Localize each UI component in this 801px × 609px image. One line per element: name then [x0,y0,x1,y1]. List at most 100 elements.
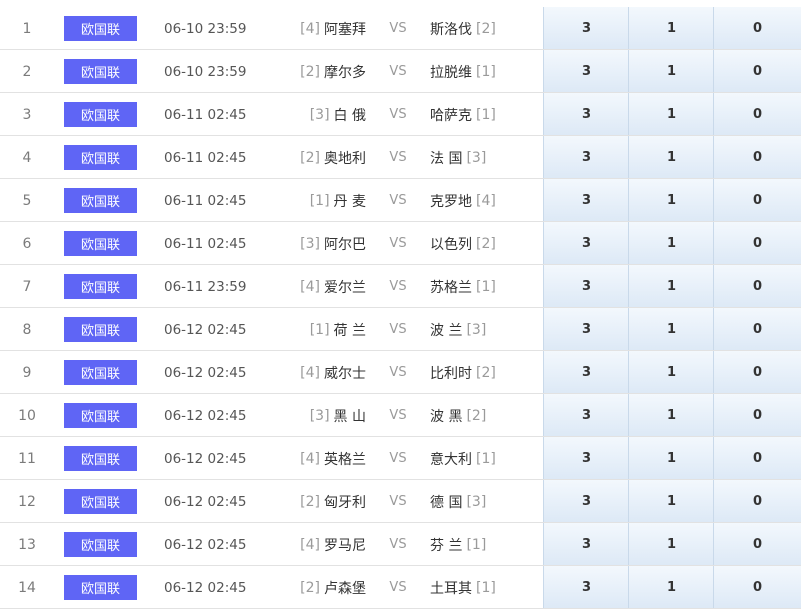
league-badge[interactable]: 欧国联 [64,274,137,299]
table-row[interactable]: 3 欧国联 06-11 02:45 [3] 白 俄 VS 哈萨克 [1] 3 1 0 [0,93,801,136]
odds-home-win[interactable]: 3 [543,136,629,178]
odds-draw[interactable]: 1 [628,523,714,565]
home-team[interactable]: [2] 摩尔多 [274,50,366,93]
odds-draw[interactable]: 1 [628,566,714,608]
odds-home-win[interactable]: 3 [543,7,629,49]
home-rank: [4] [300,450,320,467]
table-row[interactable]: 8 欧国联 06-12 02:45 [1] 荷 兰 VS 波 兰 [3] 3 1 0 [0,308,801,351]
odds-away-win[interactable]: 0 [713,50,801,92]
odds-home-win[interactable]: 3 [543,308,629,350]
table-row[interactable]: 7 欧国联 06-11 23:59 [4] 爱尔兰 VS 苏格兰 [1] 3 1 0 [0,265,801,308]
away-team[interactable]: 德 国 [3] [430,480,540,523]
away-team[interactable]: 芬 兰 [1] [430,523,540,566]
odds-home-win[interactable]: 3 [543,566,629,608]
league-badge[interactable]: 欧国联 [64,102,137,127]
home-team[interactable]: [4] 威尔士 [274,351,366,394]
table-row[interactable]: 13 欧国联 06-12 02:45 [4] 罗马尼 VS 芬 兰 [1] 3 1 0 [0,523,801,566]
league-badge[interactable]: 欧国联 [64,59,137,84]
home-team[interactable]: [4] 阿塞拜 [274,7,366,50]
odds-home-win[interactable]: 3 [543,265,629,307]
table-row[interactable]: 14 欧国联 06-12 02:45 [2] 卢森堡 VS 土耳其 [1] 3 1 0 [0,566,801,609]
odds-draw[interactable]: 1 [628,50,714,92]
table-row[interactable]: 10 欧国联 06-12 02:45 [3] 黑 山 VS 波 黑 [2] 3 1 0 [0,394,801,437]
home-team[interactable]: [2] 奥地利 [274,136,366,179]
table-row[interactable]: 5 欧国联 06-11 02:45 [1] 丹 麦 VS 克罗地 [4] 3 1 0 [0,179,801,222]
odds-home-win[interactable]: 3 [543,437,629,479]
league-badge[interactable]: 欧国联 [64,575,137,600]
away-team[interactable]: 以色列 [2] [430,222,540,265]
odds-away-win[interactable]: 0 [713,480,801,522]
home-team[interactable]: [3] 白 俄 [274,93,366,136]
away-team[interactable]: 土耳其 [1] [430,566,540,609]
table-row[interactable]: 4 欧国联 06-11 02:45 [2] 奥地利 VS 法 国 [3] 3 1 0 [0,136,801,179]
odds-away-win[interactable]: 0 [713,308,801,350]
odds-home-win[interactable]: 3 [543,351,629,393]
league-badge[interactable]: 欧国联 [64,145,137,170]
league-badge[interactable]: 欧国联 [64,489,137,514]
odds-home-win[interactable]: 3 [543,93,629,135]
odds-draw[interactable]: 1 [628,351,714,393]
table-row[interactable]: 12 欧国联 06-12 02:45 [2] 匈牙利 VS 德 国 [3] 3 1 0 [0,480,801,523]
league-badge[interactable]: 欧国联 [64,188,137,213]
odds-home-win[interactable]: 3 [543,394,629,436]
league-badge[interactable]: 欧国联 [64,231,137,256]
odds-home-win[interactable]: 3 [543,222,629,264]
home-team[interactable]: [3] 黑 山 [274,394,366,437]
table-row[interactable]: 11 欧国联 06-12 02:45 [4] 英格兰 VS 意大利 [1] 3 1 0 [0,437,801,480]
home-team[interactable]: [3] 阿尔巴 [274,222,366,265]
odds-away-win[interactable]: 0 [713,523,801,565]
league-badge[interactable]: 欧国联 [64,532,137,557]
odds-draw[interactable]: 1 [628,136,714,178]
league-badge[interactable]: 欧国联 [64,446,137,471]
odds-home-win[interactable]: 3 [543,50,629,92]
odds-draw[interactable]: 1 [628,480,714,522]
table-row[interactable]: 2 欧国联 06-10 23:59 [2] 摩尔多 VS 拉脱维 [1] 3 1 0 [0,50,801,93]
home-rank: [1] [309,321,330,338]
away-team[interactable]: 法 国 [3] [430,136,540,179]
home-team[interactable]: [2] 卢森堡 [274,566,366,609]
home-team[interactable]: [1] 丹 麦 [274,179,366,222]
odds-away-win[interactable]: 0 [713,394,801,436]
odds-draw[interactable]: 1 [628,222,714,264]
odds-away-win[interactable]: 0 [713,437,801,479]
odds-away-win[interactable]: 0 [713,222,801,264]
odds-draw[interactable]: 1 [628,179,714,221]
odds-draw[interactable]: 1 [628,308,714,350]
away-team[interactable]: 波 兰 [3] [430,308,540,351]
away-team[interactable]: 波 黑 [2] [430,394,540,437]
home-team[interactable]: [4] 英格兰 [274,437,366,480]
odds-draw[interactable]: 1 [628,93,714,135]
odds-away-win[interactable]: 0 [713,136,801,178]
odds-draw[interactable]: 1 [628,7,714,49]
league-badge[interactable]: 欧国联 [64,360,137,385]
away-team[interactable]: 意大利 [1] [430,437,540,480]
odds-home-win[interactable]: 3 [543,480,629,522]
odds-draw[interactable]: 1 [628,265,714,307]
table-row[interactable]: 6 欧国联 06-11 02:45 [3] 阿尔巴 VS 以色列 [2] 3 1 0 [0,222,801,265]
odds-away-win[interactable]: 0 [713,265,801,307]
away-team[interactable]: 哈萨克 [1] [430,93,540,136]
league-badge[interactable]: 欧国联 [64,16,137,41]
odds-away-win[interactable]: 0 [713,179,801,221]
odds-away-win[interactable]: 0 [713,566,801,608]
away-team[interactable]: 比利时 [2] [430,351,540,394]
odds-draw[interactable]: 1 [628,394,714,436]
league-badge[interactable]: 欧国联 [64,317,137,342]
away-team[interactable]: 斯洛伐 [2] [430,7,540,50]
away-team[interactable]: 苏格兰 [1] [430,265,540,308]
away-team[interactable]: 克罗地 [4] [430,179,540,222]
table-row[interactable]: 9 欧国联 06-12 02:45 [4] 威尔士 VS 比利时 [2] 3 1 0 [0,351,801,394]
odds-away-win[interactable]: 0 [713,93,801,135]
table-row[interactable]: 1 欧国联 06-10 23:59 [4] 阿塞拜 VS 斯洛伐 [2] 3 1 0 [0,7,801,50]
away-team[interactable]: 拉脱维 [1] [430,50,540,93]
home-team[interactable]: [4] 爱尔兰 [274,265,366,308]
home-team[interactable]: [1] 荷 兰 [274,308,366,351]
league-badge[interactable]: 欧国联 [64,403,137,428]
odds-home-win[interactable]: 3 [543,523,629,565]
odds-away-win[interactable]: 0 [713,7,801,49]
odds-draw[interactable]: 1 [628,437,714,479]
odds-home-win[interactable]: 3 [543,179,629,221]
home-team[interactable]: [2] 匈牙利 [274,480,366,523]
home-team[interactable]: [4] 罗马尼 [274,523,366,566]
odds-away-win[interactable]: 0 [713,351,801,393]
